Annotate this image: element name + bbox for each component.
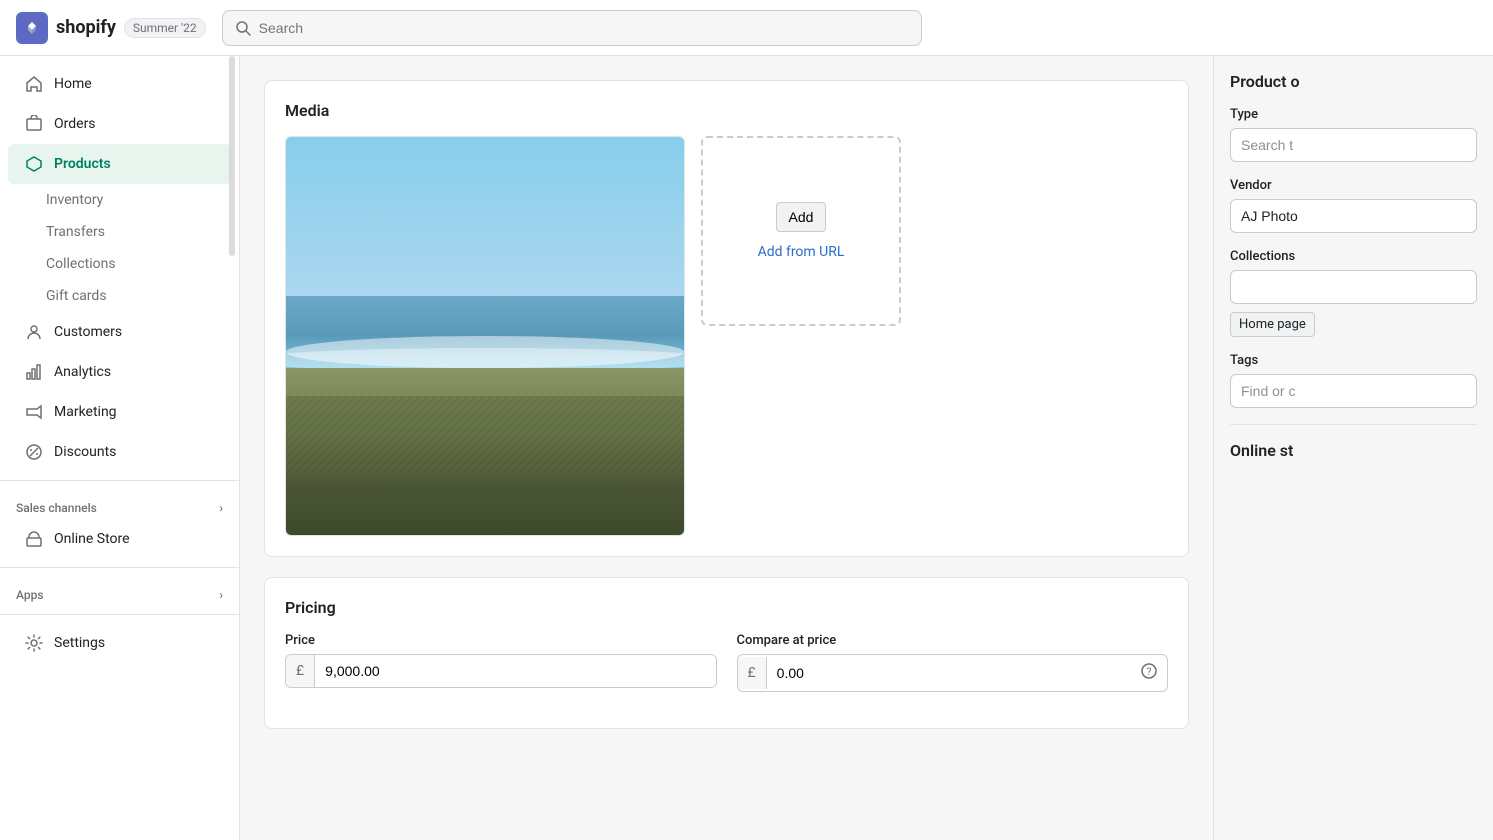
sidebar-item-products-label: Products: [54, 156, 111, 172]
app-layout: shopify Summer '22 Home: [0, 0, 1493, 840]
sidebar: Home Orders Products: [0, 56, 240, 840]
sidebar-nav: Home Orders Products: [0, 56, 239, 671]
search-input[interactable]: [259, 20, 909, 36]
vendor-field-group: Vendor: [1230, 178, 1477, 233]
media-grid: Add Add from URL: [285, 136, 1168, 536]
content-area: Media: [240, 56, 1213, 840]
settings-icon: [24, 633, 44, 653]
analytics-icon: [24, 362, 44, 382]
tags-input[interactable]: [1230, 374, 1477, 408]
product-org-title: Product o: [1230, 72, 1477, 91]
sidebar-item-online-store-label: Online Store: [54, 531, 130, 547]
sidebar-divider-1: [0, 480, 239, 481]
media-add-box[interactable]: Add Add from URL: [701, 136, 901, 326]
marketing-icon: [24, 402, 44, 422]
search-icon: [235, 20, 251, 36]
sidebar-item-discounts-label: Discounts: [54, 444, 116, 460]
sidebar-item-orders-label: Orders: [54, 116, 96, 132]
customers-icon: [24, 322, 44, 342]
sidebar-item-online-store[interactable]: Online Store: [8, 519, 231, 559]
pricing-title: Pricing: [285, 598, 1168, 617]
top-bar: shopify Summer '22: [0, 0, 1493, 56]
vendor-label: Vendor: [1230, 178, 1477, 193]
brand-name: shopify: [56, 17, 116, 38]
shopify-logo-icon: [16, 12, 48, 44]
media-title: Media: [285, 101, 1168, 120]
sidebar-item-orders[interactable]: Orders: [8, 104, 231, 144]
sidebar-item-analytics[interactable]: Analytics: [8, 352, 231, 392]
price-currency: £: [286, 655, 315, 687]
sidebar-item-home[interactable]: Home: [8, 64, 231, 104]
online-status-title: Online st: [1230, 424, 1477, 460]
collection-tag: Home page: [1230, 312, 1315, 337]
svg-text:?: ?: [1147, 667, 1152, 678]
sidebar-item-customers[interactable]: Customers: [8, 312, 231, 352]
products-icon: [24, 154, 44, 174]
sidebar-item-home-label: Home: [54, 76, 92, 92]
apps-section: Apps ›: [0, 576, 239, 606]
add-media-button[interactable]: Add: [776, 202, 827, 232]
brand: shopify Summer '22: [16, 12, 206, 44]
sidebar-divider-2: [0, 567, 239, 568]
sidebar-item-transfers[interactable]: Transfers: [0, 216, 239, 248]
collections-label: Collections: [1230, 249, 1477, 264]
sidebar-item-marketing-label: Marketing: [54, 404, 117, 420]
sidebar-item-products[interactable]: Products: [8, 144, 231, 184]
sidebar-item-marketing[interactable]: Marketing: [8, 392, 231, 432]
price-input-wrapper: £: [285, 654, 717, 688]
vendor-input[interactable]: [1230, 199, 1477, 233]
pricing-card: Pricing Price £ Compare at price: [264, 577, 1189, 729]
sidebar-divider-3: [0, 614, 239, 615]
collections-input[interactable]: [1230, 270, 1477, 304]
main-area: Home Orders Products: [0, 56, 1493, 840]
type-input[interactable]: [1230, 128, 1477, 162]
collections-field-group: Collections Home page: [1230, 249, 1477, 337]
sidebar-item-gift-cards[interactable]: Gift cards: [0, 280, 239, 312]
apps-expand-icon[interactable]: ›: [219, 588, 223, 602]
sidebar-item-settings[interactable]: Settings: [8, 623, 231, 663]
price-label: Price: [285, 633, 717, 648]
tags-label: Tags: [1230, 353, 1477, 368]
tags-field-group: Tags: [1230, 353, 1477, 408]
type-label: Type: [1230, 107, 1477, 122]
media-card: Media: [264, 80, 1189, 557]
price-field-group: Price £: [285, 633, 717, 692]
compare-price-field-group: Compare at price £ ?: [737, 633, 1169, 692]
type-field-group: Type: [1230, 107, 1477, 162]
orders-icon: [24, 114, 44, 134]
compare-currency: £: [738, 657, 767, 689]
price-input[interactable]: [315, 655, 715, 687]
compare-price-input[interactable]: [767, 657, 1131, 689]
media-main-image-container[interactable]: [285, 136, 685, 536]
sidebar-item-collections[interactable]: Collections: [0, 248, 239, 280]
right-panel: Product o Type Vendor Collections Home p…: [1213, 56, 1493, 840]
sidebar-item-settings-label: Settings: [54, 635, 105, 651]
sidebar-item-discounts[interactable]: Discounts: [8, 432, 231, 472]
scroll-indicator: [229, 56, 235, 256]
compare-price-label: Compare at price: [737, 633, 1169, 648]
sales-channels-expand-icon[interactable]: ›: [219, 501, 223, 515]
store-icon: [24, 529, 44, 549]
sidebar-item-analytics-label: Analytics: [54, 364, 111, 380]
compare-price-input-wrapper: £ ?: [737, 654, 1169, 692]
add-from-url-link[interactable]: Add from URL: [758, 244, 845, 260]
help-icon[interactable]: ?: [1131, 655, 1167, 691]
search-bar[interactable]: [222, 10, 922, 46]
pricing-grid: Price £ Compare at price £: [285, 633, 1168, 708]
version-badge: Summer '22: [124, 18, 206, 38]
sales-channels-section: Sales channels ›: [0, 489, 239, 519]
sidebar-item-customers-label: Customers: [54, 324, 122, 340]
home-icon: [24, 74, 44, 94]
discounts-icon: [24, 442, 44, 462]
sidebar-item-inventory[interactable]: Inventory: [0, 184, 239, 216]
